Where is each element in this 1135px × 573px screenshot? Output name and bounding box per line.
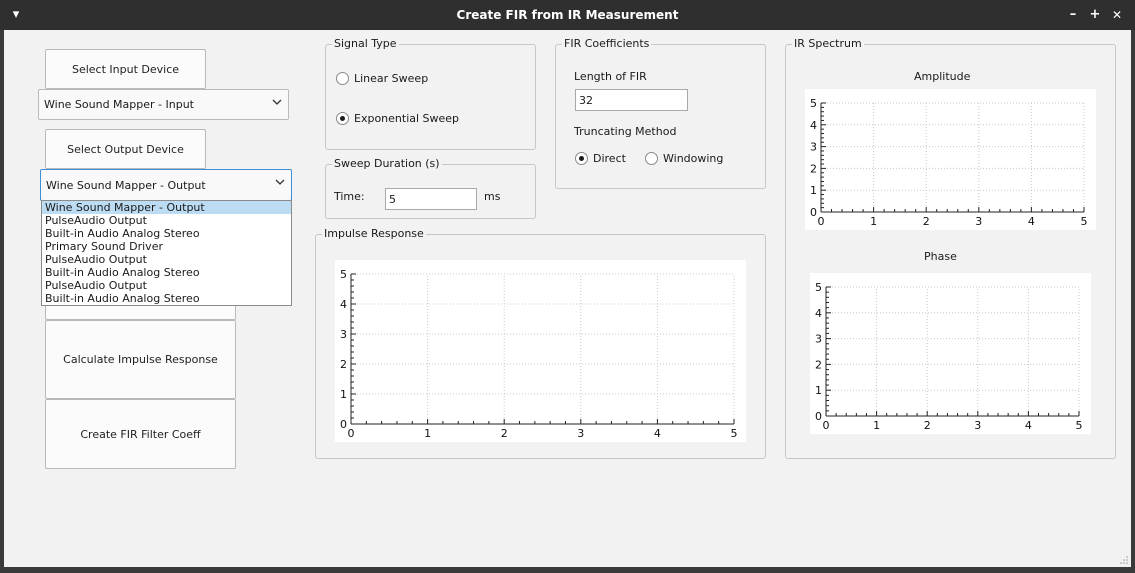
signal-type-title: Signal Type [332, 37, 399, 50]
title-bar: ▾ Create FIR from IR Measurement – + ✕ [0, 0, 1135, 30]
amplitude-plot-y-tick-label: 2 [810, 162, 817, 175]
phase-label: Phase [924, 250, 957, 263]
amplitude-plot-y-tick-label: 5 [810, 97, 817, 110]
amplitude-plot-x-tick-label: 3 [975, 215, 982, 228]
impulse-response-title: Impulse Response [322, 227, 426, 240]
phase-plot-x-tick-label: 3 [974, 419, 981, 432]
linear-sweep-label[interactable]: Linear Sweep [354, 72, 428, 85]
dropdown-option[interactable]: PulseAudio Output [42, 279, 291, 292]
phase-plot-x-tick-label: 2 [924, 419, 931, 432]
minimize-icon[interactable]: – [1065, 7, 1081, 23]
amplitude-plot-x-tick-label: 2 [923, 215, 930, 228]
linear-sweep-radio[interactable] [336, 72, 349, 85]
input-device-combo-value: Wine Sound Mapper - Input [44, 98, 194, 111]
calculate-impulse-response-button[interactable]: Calculate Impulse Response [45, 320, 236, 399]
exponential-sweep-radio[interactable] [336, 112, 349, 125]
phase-plot-y-tick-label: 0 [815, 410, 822, 423]
fir-length-label: Length of FIR [574, 70, 647, 83]
phase-plot-x-tick-label: 4 [1025, 419, 1032, 432]
select-input-device-button[interactable]: Select Input Device [45, 49, 206, 89]
ir-plot-svg: 0 1 2 3 4 5 0 1 2 3 4 5 [340, 268, 738, 440]
output-device-combo-value: Wine Sound Mapper - Output [46, 178, 206, 192]
windowing-label[interactable]: Windowing [663, 152, 723, 165]
amplitude-plot-x-tick-label: 1 [870, 215, 877, 228]
ir-plot-y-tick-label: 5 [340, 268, 347, 281]
amplitude-plot-y-tick-label: 0 [810, 206, 817, 219]
ir-plot-y-tick-label: 3 [340, 328, 347, 341]
sweep-duration-group: Sweep Duration (s) Time: 5 ms [325, 157, 536, 219]
ir-plot-y-tick-label: 2 [340, 358, 347, 371]
direct-label[interactable]: Direct [593, 152, 626, 165]
output-device-combo[interactable]: Wine Sound Mapper - Output [40, 169, 292, 201]
time-input-value: 5 [389, 192, 396, 206]
phase-plot-y-tick-label: 4 [815, 307, 822, 320]
create-fir-filter-coeff-button[interactable]: Create FIR Filter Coeff [45, 399, 236, 469]
ir-plot-x-tick-label: 4 [654, 427, 661, 440]
amplitude-plot-y-tick-label: 1 [810, 184, 817, 197]
resize-grip-icon[interactable] [1120, 556, 1128, 564]
chevron-down-icon [275, 179, 285, 185]
dropdown-option[interactable]: PulseAudio Output [42, 253, 291, 266]
signal-type-group: Signal Type Linear Sweep Exponential Swe… [325, 37, 536, 150]
input-device-combo[interactable]: Wine Sound Mapper - Input [38, 89, 289, 120]
dropdown-option[interactable]: PulseAudio Output [42, 214, 291, 227]
phase-plot-y-tick-label: 1 [815, 384, 822, 397]
dropdown-option[interactable]: Built-in Audio Analog Stereo [42, 292, 291, 305]
amplitude-plot-y-tick-label: 3 [810, 141, 817, 154]
direct-radio[interactable] [575, 152, 588, 165]
amplitude-plot-x-tick-label: 0 [818, 215, 825, 228]
maximize-icon[interactable]: + [1087, 7, 1103, 23]
ir-plot-x-tick-label: 3 [577, 427, 584, 440]
sweep-duration-title: Sweep Duration (s) [332, 157, 442, 170]
window-title: Create FIR from IR Measurement [456, 8, 679, 22]
close-icon[interactable]: ✕ [1109, 7, 1125, 23]
impulse-response-plot[interactable]: 0 1 2 3 4 5 0 1 2 3 4 5 [335, 260, 746, 442]
ir-plot-y-tick-label: 1 [340, 388, 347, 401]
output-device-dropdown-list[interactable]: Wine Sound Mapper - Output PulseAudio Ou… [41, 200, 292, 306]
main-window-body: Select Input Device Wine Sound Mapper - … [4, 30, 1131, 567]
select-output-device-button[interactable]: Select Output Device [45, 129, 206, 169]
dropdown-option[interactable]: Built-in Audio Analog Stereo [42, 266, 291, 279]
ir-spectrum-title: IR Spectrum [792, 37, 864, 50]
ir-plot-x-tick-label: 5 [731, 427, 738, 440]
fir-length-input[interactable]: 32 [575, 89, 688, 111]
phase-plot-x-tick-label: 0 [823, 419, 830, 432]
fir-length-value: 32 [579, 93, 593, 107]
phase-plot-y-tick-label: 5 [815, 281, 822, 294]
phase-plot[interactable]: 0 1 2 3 4 5 0 1 2 3 4 5 [810, 273, 1091, 434]
phase-plot-x-tick-label: 5 [1076, 419, 1083, 432]
ir-plot-y-tick-label: 0 [340, 418, 347, 431]
ir-plot-x-tick-label: 2 [501, 427, 508, 440]
dropdown-option[interactable]: Wine Sound Mapper - Output [42, 201, 291, 214]
ir-plot-x-tick-label: 1 [424, 427, 431, 440]
amplitude-plot-x-tick-label: 4 [1028, 215, 1035, 228]
exponential-sweep-label[interactable]: Exponential Sweep [354, 112, 459, 125]
amplitude-plot[interactable]: 0 1 2 3 4 5 0 1 2 3 4 5 [805, 89, 1096, 230]
ir-plot-x-tick-label: 0 [348, 427, 355, 440]
amplitude-plot-x-tick-label: 5 [1081, 215, 1088, 228]
phase-plot-x-tick-label: 1 [873, 419, 880, 432]
amplitude-plot-svg: 0 1 2 3 4 5 0 1 2 3 4 5 [810, 97, 1088, 228]
chevron-down-icon [272, 99, 282, 105]
ir-plot-y-tick-label: 4 [340, 298, 347, 311]
windowing-radio[interactable] [645, 152, 658, 165]
amplitude-label: Amplitude [914, 70, 971, 83]
amplitude-plot-y-tick-label: 4 [810, 119, 817, 132]
fir-coefficients-group: FIR Coefficients Length of FIR 32 Trunca… [555, 37, 766, 189]
truncating-method-label: Truncating Method [574, 125, 677, 138]
time-label: Time: [334, 190, 365, 203]
phase-plot-y-tick-label: 2 [815, 358, 822, 371]
time-input[interactable]: 5 [385, 188, 477, 210]
time-unit-label: ms [484, 190, 501, 203]
phase-plot-svg: 0 1 2 3 4 5 0 1 2 3 4 5 [815, 281, 1083, 432]
fir-coefficients-title: FIR Coefficients [562, 37, 652, 50]
dropdown-option[interactable]: Built-in Audio Analog Stereo [42, 227, 291, 240]
dropdown-option[interactable]: Primary Sound Driver [42, 240, 291, 253]
phase-plot-y-tick-label: 3 [815, 333, 822, 346]
